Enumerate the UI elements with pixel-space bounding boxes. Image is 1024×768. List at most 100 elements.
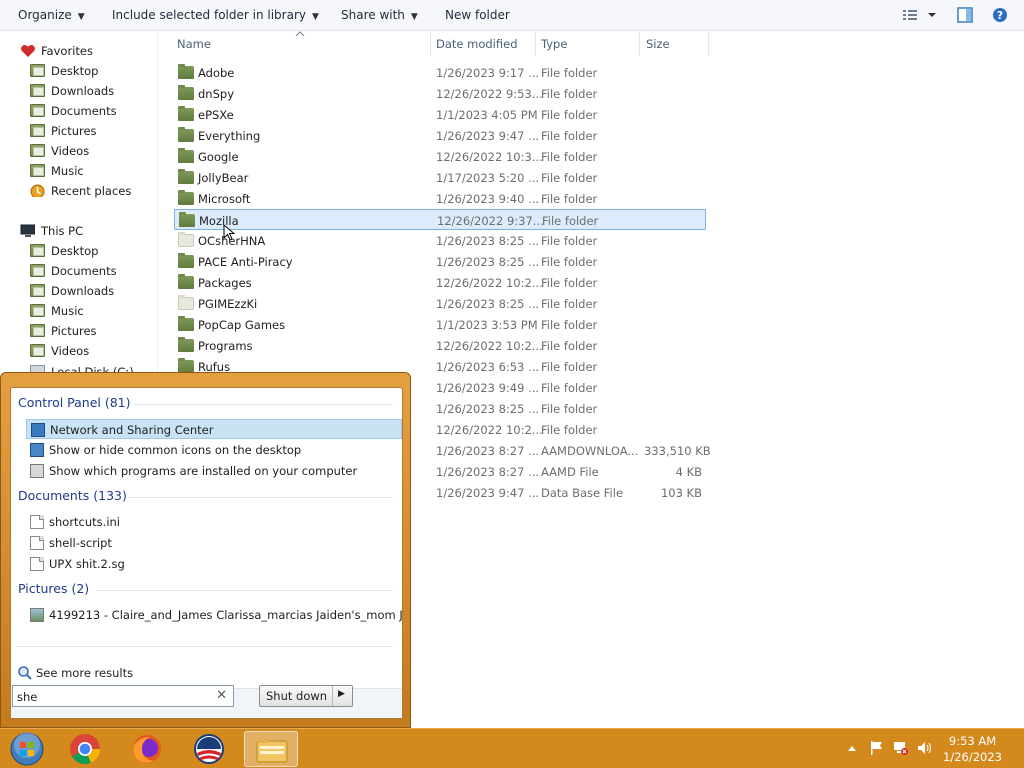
file-row[interactable]: PACE Anti-Piracy 1/26/2023 8:25 ... File f… xyxy=(174,251,706,272)
nav-this-pc[interactable]: This PC xyxy=(0,221,157,241)
taskbar-obama-logo[interactable] xyxy=(182,731,236,767)
music-icon xyxy=(30,164,45,177)
control-panel-header[interactable]: Control Panel (81) xyxy=(18,395,131,410)
file-row[interactable]: PGIMEzzKi 1/26/2023 8:25 ... File folder xyxy=(174,293,706,314)
file-type: File folder xyxy=(541,360,598,374)
file-name: Google xyxy=(198,150,239,164)
nav-item-label: Videos xyxy=(51,144,90,158)
file-date-modified: 1/26/2023 9:40 ... xyxy=(436,192,540,206)
start-button[interactable] xyxy=(0,731,54,767)
pictures-icon xyxy=(30,324,45,337)
documents-header[interactable]: Documents (133) xyxy=(18,488,127,503)
column-divider[interactable] xyxy=(639,31,640,56)
column-header-type[interactable]: Type xyxy=(541,37,567,51)
image-icon xyxy=(30,608,44,622)
shut-down-button[interactable]: Shut down ▶ xyxy=(259,685,353,707)
view-options-button[interactable] xyxy=(902,7,942,26)
result-show-hide-desktop-icons[interactable]: Show or hide common icons on the desktop xyxy=(26,440,402,460)
nav-item-downloads[interactable]: Downloads xyxy=(0,281,157,301)
column-headers: Name Date modified Type Size xyxy=(170,31,710,56)
action-center-flag-icon[interactable] xyxy=(869,740,885,756)
document-icon xyxy=(30,557,44,571)
pictures-header[interactable]: Pictures (2) xyxy=(18,581,89,596)
see-more-label: See more results xyxy=(36,666,134,680)
share-with-button[interactable]: Share with ▼ xyxy=(341,8,418,22)
nav-item-documents[interactable]: Documents xyxy=(0,101,157,121)
nav-item-desktop[interactable]: Desktop xyxy=(0,241,157,261)
nav-item-music[interactable]: Music xyxy=(0,301,157,321)
divider xyxy=(332,686,333,706)
downloads-icon xyxy=(30,84,45,97)
start-search-box[interactable]: ✕ xyxy=(12,685,234,707)
volume-icon[interactable] xyxy=(917,740,933,756)
file-row[interactable]: Mozilla 12/26/2022 9:37... File folder xyxy=(174,209,706,230)
column-header-size[interactable]: Size xyxy=(646,37,670,51)
view-details-icon xyxy=(903,10,936,20)
nav-item-label: Pictures xyxy=(51,324,97,338)
network-status-icon[interactable] xyxy=(893,740,909,756)
file-row[interactable]: Everything 1/26/2023 9:47 ... File folder xyxy=(174,125,706,146)
result-shell-script[interactable]: shell-script xyxy=(26,533,402,553)
show-hidden-icons-icon[interactable] xyxy=(847,744,857,752)
file-row[interactable]: ePSXe 1/1/2023 4:05 PM File folder xyxy=(174,104,706,125)
nav-favorites[interactable]: Favorites xyxy=(0,41,157,61)
nav-item-videos[interactable]: Videos xyxy=(0,341,157,361)
column-header-date[interactable]: Date modified xyxy=(436,37,518,51)
folder-icon xyxy=(178,148,194,163)
column-header-name[interactable]: Name xyxy=(177,37,211,51)
result-shortcuts-ini[interactable]: shortcuts.ini xyxy=(26,512,402,532)
file-name: JollyBear xyxy=(198,171,249,185)
file-row[interactable]: Adobe 1/26/2023 9:17 ... File folder xyxy=(174,62,706,83)
nav-item-pictures[interactable]: Pictures xyxy=(0,321,157,341)
file-type: File folder xyxy=(541,129,598,143)
monitor-icon xyxy=(30,443,44,457)
obama-logo-icon xyxy=(194,734,224,764)
file-date-modified: 1/26/2023 9:49 ... xyxy=(436,381,540,395)
file-type: File folder xyxy=(541,423,598,437)
include-in-library-button[interactable]: Include selected folder in library ▼ xyxy=(112,8,319,22)
nav-item-recent-places[interactable]: Recent places xyxy=(0,181,157,201)
new-folder-button[interactable]: New folder xyxy=(445,8,510,22)
taskbar-firefox[interactable] xyxy=(120,731,174,767)
file-row[interactable]: PopCap Games 1/1/2023 3:53 PM File folder xyxy=(174,314,706,335)
result-picture[interactable]: 4199213 - Claire_and_James Clarissa_marc… xyxy=(26,605,402,625)
system-clock[interactable]: 9:53 AM 1/26/2023 xyxy=(943,733,1002,765)
start-search-input[interactable] xyxy=(17,689,212,704)
clock-time: 9:53 AM xyxy=(948,734,997,748)
nav-item-downloads[interactable]: Downloads xyxy=(0,81,157,101)
nav-item-pictures[interactable]: Pictures xyxy=(0,121,157,141)
chevron-right-icon[interactable]: ▶ xyxy=(338,689,345,699)
file-row[interactable]: JollyBear 1/17/2023 5:20 ... File folder xyxy=(174,167,706,188)
file-row[interactable]: Google 12/26/2022 10:3... File folder xyxy=(174,146,706,167)
file-row[interactable]: OCsherHNA 1/26/2023 8:25 ... File folder xyxy=(174,230,706,251)
file-row[interactable]: Microsoft 1/26/2023 9:40 ... File folder xyxy=(174,188,706,209)
file-row[interactable]: Packages 12/26/2022 10:2... File folder xyxy=(174,272,706,293)
file-type: File folder xyxy=(541,276,598,290)
chevron-down-icon: ▼ xyxy=(77,12,85,22)
organize-button[interactable]: Organize ▼ xyxy=(18,8,85,22)
nav-item-label: Desktop xyxy=(51,244,99,258)
preview-pane-button[interactable] xyxy=(957,7,973,26)
nav-item-desktop[interactable]: Desktop xyxy=(0,61,157,81)
taskbar-chrome[interactable] xyxy=(58,731,112,767)
nav-item-documents[interactable]: Documents xyxy=(0,261,157,281)
column-divider[interactable] xyxy=(430,31,431,56)
help-icon: ? xyxy=(993,8,1007,22)
file-row[interactable]: dnSpy 12/26/2022 9:53... File folder xyxy=(174,83,706,104)
column-divider[interactable] xyxy=(708,31,709,56)
help-button[interactable]: ? xyxy=(992,7,1008,26)
nav-item-music[interactable]: Music xyxy=(0,161,157,181)
file-type: Data Base File xyxy=(541,486,624,500)
result-installed-programs[interactable]: Show which programs are installed on you… xyxy=(26,461,402,481)
file-type: File folder xyxy=(541,234,598,248)
result-upx-sg[interactable]: UPX shit.2.sg xyxy=(26,554,402,574)
column-divider[interactable] xyxy=(535,31,536,56)
taskbar-file-explorer[interactable] xyxy=(244,731,298,767)
result-network-sharing-center[interactable]: Network and Sharing Center xyxy=(26,419,402,439)
nav-item-videos[interactable]: Videos xyxy=(0,141,157,161)
folder-icon xyxy=(178,316,194,331)
file-name: ePSXe xyxy=(198,108,234,122)
file-row[interactable]: Programs 12/26/2022 10:2... File folder xyxy=(174,335,706,356)
file-size: 333,510 KB xyxy=(644,444,711,458)
clear-search-icon[interactable]: ✕ xyxy=(216,688,227,703)
